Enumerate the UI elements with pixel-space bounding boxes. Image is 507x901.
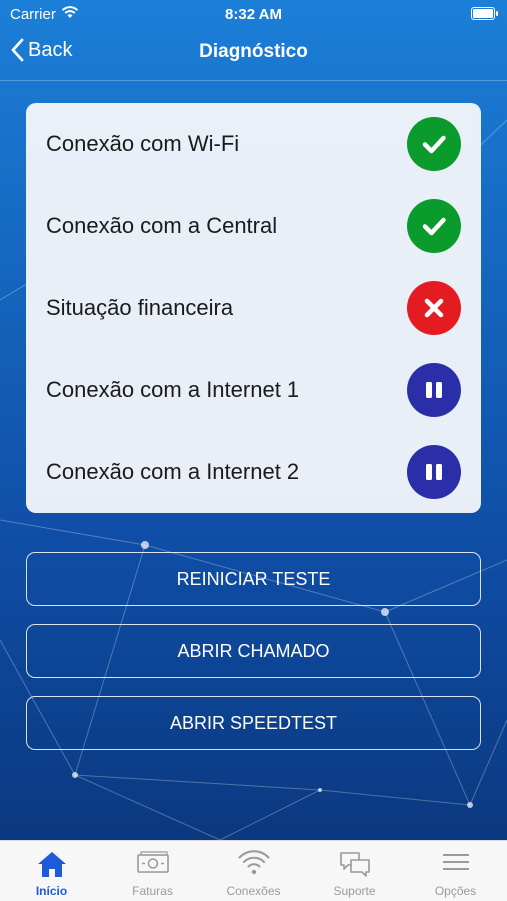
clock: 8:32 AM [225, 6, 282, 23]
diagnostic-row-internet-1: Conexão com a Internet 1 [26, 349, 481, 431]
pause-icon [407, 363, 461, 417]
open-ticket-button[interactable]: ABRIR CHAMADO [26, 624, 481, 678]
diagnostic-row-internet-2: Conexão com a Internet 2 [26, 431, 481, 513]
check-icon [407, 199, 461, 253]
home-icon [37, 852, 66, 877]
pause-icon [407, 445, 461, 499]
battery-icon [471, 7, 498, 20]
wifi-icon [238, 850, 269, 875]
bill-icon [136, 851, 169, 873]
tab-label: Início [35, 884, 68, 898]
tab-label: Opções [434, 884, 477, 898]
navigation-bar: Back Diagnóstico [0, 28, 507, 81]
diagnostic-label: Situação financeira [46, 295, 234, 320]
diagnostic-label: Conexão com a Internet 2 [46, 459, 300, 484]
restart-test-button[interactable]: REINICIAR TESTE [26, 552, 481, 606]
tab-conexoes[interactable]: Conexões [203, 841, 304, 901]
menu-icon [442, 854, 469, 870]
diagnostic-row-wifi: Conexão com Wi-Fi [26, 103, 481, 185]
check-icon [407, 117, 461, 171]
x-icon [407, 281, 461, 335]
tab-bar: Início Faturas Conexões Suporte Opções [0, 840, 507, 901]
diagnostic-row-financial: Situação financeira [26, 267, 481, 349]
tab-label: Faturas [132, 884, 173, 898]
diagnostics-card: Conexão com Wi-Fi Conexão com a Central … [26, 103, 481, 513]
tab-label: Conexões [226, 884, 281, 898]
diagnostic-row-central: Conexão com a Central [26, 185, 481, 267]
status-bar: Carrier 8:32 AM [0, 0, 507, 28]
diagnostic-label: Conexão com Wi-Fi [46, 131, 240, 156]
chat-icon [339, 852, 370, 877]
tab-opcoes[interactable]: Opções [405, 841, 506, 901]
tab-faturas[interactable]: Faturas [102, 841, 203, 901]
page-title: Diagnóstico [199, 41, 308, 62]
tab-inicio[interactable]: Início [1, 841, 102, 901]
tab-suporte[interactable]: Suporte [304, 841, 405, 901]
tab-label: Suporte [333, 884, 376, 898]
open-speedtest-button[interactable]: ABRIR SPEEDTEST [26, 696, 481, 750]
diagnostic-label: Conexão com a Central [46, 213, 278, 238]
diagnostic-label: Conexão com a Internet 1 [46, 377, 300, 402]
